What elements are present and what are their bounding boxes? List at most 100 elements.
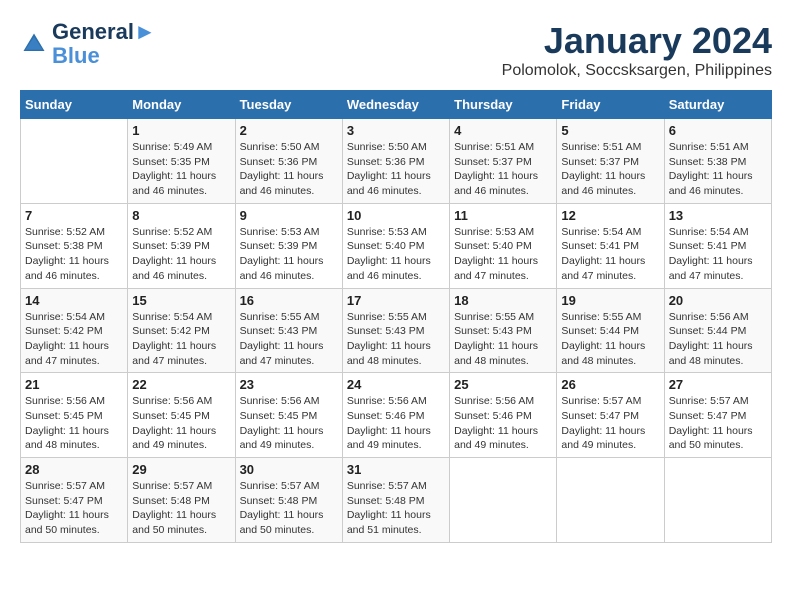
calendar-cell: 1 Sunrise: 5:49 AM Sunset: 5:35 PM Daylig…	[128, 119, 235, 204]
day-info: Sunrise: 5:56 AM Sunset: 5:45 PM Dayligh…	[240, 394, 338, 453]
calendar-table: SundayMondayTuesdayWednesdayThursdayFrid…	[20, 90, 772, 543]
day-info: Sunrise: 5:55 AM Sunset: 5:44 PM Dayligh…	[561, 310, 659, 369]
calendar-week-row: 21Sunrise: 5:56 AM Sunset: 5:45 PM Dayli…	[21, 373, 772, 458]
day-number: 14	[25, 293, 123, 308]
logo-icon	[20, 30, 48, 58]
calendar-cell	[450, 458, 557, 543]
day-number: 24	[347, 377, 445, 392]
calendar-cell: 6Sunrise: 5:51 AM Sunset: 5:38 PM Daylig…	[664, 119, 771, 204]
calendar-cell: 27 Sunrise: 5:57 AM Sunset: 5:47 PM Dayli…	[664, 373, 771, 458]
calendar-cell: 21Sunrise: 5:56 AM Sunset: 5:45 PM Dayli…	[21, 373, 128, 458]
day-info: Sunrise: 5:49 AM Sunset: 5:35 PM Dayligh…	[132, 140, 230, 199]
weekday-header-saturday: Saturday	[664, 91, 771, 119]
day-info: Sunrise: 5:57 AM Sunset: 5:48 PM Dayligh…	[347, 479, 445, 538]
day-info: Sunrise: 5:56 AM Sunset: 5:46 PM Dayligh…	[454, 394, 552, 453]
day-number: 20	[669, 293, 767, 308]
calendar-cell: 20 Sunrise: 5:56 AM Sunset: 5:44 PM Dayli…	[664, 288, 771, 373]
day-info: Sunrise: 5:50 AM Sunset: 5:36 PM Dayligh…	[347, 140, 445, 199]
calendar-cell: 28Sunrise: 5:57 AM Sunset: 5:47 PM Dayli…	[21, 458, 128, 543]
day-number: 3	[347, 123, 445, 138]
day-info: Sunrise: 5:51 AM Sunset: 5:37 PM Dayligh…	[454, 140, 552, 199]
calendar-week-row: 7 Sunrise: 5:52 AM Sunset: 5:38 PM Daylig…	[21, 203, 772, 288]
calendar-cell: 19Sunrise: 5:55 AM Sunset: 5:44 PM Dayli…	[557, 288, 664, 373]
day-info: Sunrise: 5:53 AM Sunset: 5:40 PM Dayligh…	[454, 225, 552, 284]
weekday-header-wednesday: Wednesday	[342, 91, 449, 119]
day-number: 8	[132, 208, 230, 223]
weekday-header-monday: Monday	[128, 91, 235, 119]
calendar-cell	[21, 119, 128, 204]
calendar-cell: 31 Sunrise: 5:57 AM Sunset: 5:48 PM Dayli…	[342, 458, 449, 543]
day-info: Sunrise: 5:56 AM Sunset: 5:46 PM Dayligh…	[347, 394, 445, 453]
day-number: 11	[454, 208, 552, 223]
day-info: Sunrise: 5:55 AM Sunset: 5:43 PM Dayligh…	[240, 310, 338, 369]
calendar-cell: 2 Sunrise: 5:50 AM Sunset: 5:36 PM Daylig…	[235, 119, 342, 204]
day-number: 9	[240, 208, 338, 223]
day-number: 5	[561, 123, 659, 138]
day-number: 22	[132, 377, 230, 392]
day-info: Sunrise: 5:57 AM Sunset: 5:47 PM Dayligh…	[561, 394, 659, 453]
calendar-cell: 26 Sunrise: 5:57 AM Sunset: 5:47 PM Dayli…	[557, 373, 664, 458]
title-block: January 2024 Polomolok, Soccsksargen, Ph…	[502, 20, 772, 80]
day-number: 17	[347, 293, 445, 308]
calendar-cell: 17 Sunrise: 5:55 AM Sunset: 5:43 PM Dayli…	[342, 288, 449, 373]
day-info: Sunrise: 5:53 AM Sunset: 5:39 PM Dayligh…	[240, 225, 338, 284]
day-info: Sunrise: 5:51 AM Sunset: 5:38 PM Dayligh…	[669, 140, 767, 199]
day-info: Sunrise: 5:51 AM Sunset: 5:37 PM Dayligh…	[561, 140, 659, 199]
day-number: 27	[669, 377, 767, 392]
calendar-cell	[557, 458, 664, 543]
calendar-cell: 8Sunrise: 5:52 AM Sunset: 5:39 PM Daylig…	[128, 203, 235, 288]
day-info: Sunrise: 5:55 AM Sunset: 5:43 PM Dayligh…	[347, 310, 445, 369]
calendar-cell: 23 Sunrise: 5:56 AM Sunset: 5:45 PM Dayli…	[235, 373, 342, 458]
day-number: 23	[240, 377, 338, 392]
calendar-cell	[664, 458, 771, 543]
calendar-cell: 7 Sunrise: 5:52 AM Sunset: 5:38 PM Daylig…	[21, 203, 128, 288]
calendar-cell: 30Sunrise: 5:57 AM Sunset: 5:48 PM Dayli…	[235, 458, 342, 543]
calendar-week-row: 28Sunrise: 5:57 AM Sunset: 5:47 PM Dayli…	[21, 458, 772, 543]
day-info: Sunrise: 5:57 AM Sunset: 5:47 PM Dayligh…	[669, 394, 767, 453]
calendar-cell: 22 Sunrise: 5:56 AM Sunset: 5:45 PM Dayli…	[128, 373, 235, 458]
day-number: 26	[561, 377, 659, 392]
day-info: Sunrise: 5:57 AM Sunset: 5:48 PM Dayligh…	[132, 479, 230, 538]
day-number: 4	[454, 123, 552, 138]
location-title: Polomolok, Soccsksargen, Philippines	[502, 62, 772, 80]
day-info: Sunrise: 5:52 AM Sunset: 5:38 PM Dayligh…	[25, 225, 123, 284]
day-number: 25	[454, 377, 552, 392]
calendar-cell: 11 Sunrise: 5:53 AM Sunset: 5:40 PM Dayli…	[450, 203, 557, 288]
calendar-week-row: 14Sunrise: 5:54 AM Sunset: 5:42 PM Dayli…	[21, 288, 772, 373]
day-info: Sunrise: 5:55 AM Sunset: 5:43 PM Dayligh…	[454, 310, 552, 369]
calendar-cell: 9 Sunrise: 5:53 AM Sunset: 5:39 PM Daylig…	[235, 203, 342, 288]
day-info: Sunrise: 5:56 AM Sunset: 5:45 PM Dayligh…	[132, 394, 230, 453]
calendar-week-row: 1 Sunrise: 5:49 AM Sunset: 5:35 PM Daylig…	[21, 119, 772, 204]
day-info: Sunrise: 5:54 AM Sunset: 5:41 PM Dayligh…	[561, 225, 659, 284]
calendar-cell: 5 Sunrise: 5:51 AM Sunset: 5:37 PM Daylig…	[557, 119, 664, 204]
day-number: 29	[132, 462, 230, 477]
day-number: 28	[25, 462, 123, 477]
day-number: 7	[25, 208, 123, 223]
logo: General► Blue	[20, 20, 156, 68]
calendar-cell: 10Sunrise: 5:53 AM Sunset: 5:40 PM Dayli…	[342, 203, 449, 288]
day-number: 31	[347, 462, 445, 477]
day-info: Sunrise: 5:57 AM Sunset: 5:48 PM Dayligh…	[240, 479, 338, 538]
calendar-cell: 13Sunrise: 5:54 AM Sunset: 5:41 PM Dayli…	[664, 203, 771, 288]
calendar-cell: 29 Sunrise: 5:57 AM Sunset: 5:48 PM Dayli…	[128, 458, 235, 543]
calendar-body: 1 Sunrise: 5:49 AM Sunset: 5:35 PM Daylig…	[21, 119, 772, 543]
calendar-cell: 3 Sunrise: 5:50 AM Sunset: 5:36 PM Daylig…	[342, 119, 449, 204]
weekday-header-thursday: Thursday	[450, 91, 557, 119]
day-number: 16	[240, 293, 338, 308]
month-title: January 2024	[502, 20, 772, 62]
day-number: 10	[347, 208, 445, 223]
calendar-cell: 25 Sunrise: 5:56 AM Sunset: 5:46 PM Dayli…	[450, 373, 557, 458]
day-info: Sunrise: 5:54 AM Sunset: 5:41 PM Dayligh…	[669, 225, 767, 284]
day-number: 2	[240, 123, 338, 138]
day-info: Sunrise: 5:56 AM Sunset: 5:44 PM Dayligh…	[669, 310, 767, 369]
day-info: Sunrise: 5:50 AM Sunset: 5:36 PM Dayligh…	[240, 140, 338, 199]
day-number: 1	[132, 123, 230, 138]
calendar-cell: 12 Sunrise: 5:54 AM Sunset: 5:41 PM Dayli…	[557, 203, 664, 288]
weekday-header-tuesday: Tuesday	[235, 91, 342, 119]
logo-text: General► Blue	[52, 20, 156, 68]
weekday-header-row: SundayMondayTuesdayWednesdayThursdayFrid…	[21, 91, 772, 119]
day-info: Sunrise: 5:56 AM Sunset: 5:45 PM Dayligh…	[25, 394, 123, 453]
calendar-cell: 14Sunrise: 5:54 AM Sunset: 5:42 PM Dayli…	[21, 288, 128, 373]
calendar-cell: 24 Sunrise: 5:56 AM Sunset: 5:46 PM Dayli…	[342, 373, 449, 458]
day-number: 12	[561, 208, 659, 223]
